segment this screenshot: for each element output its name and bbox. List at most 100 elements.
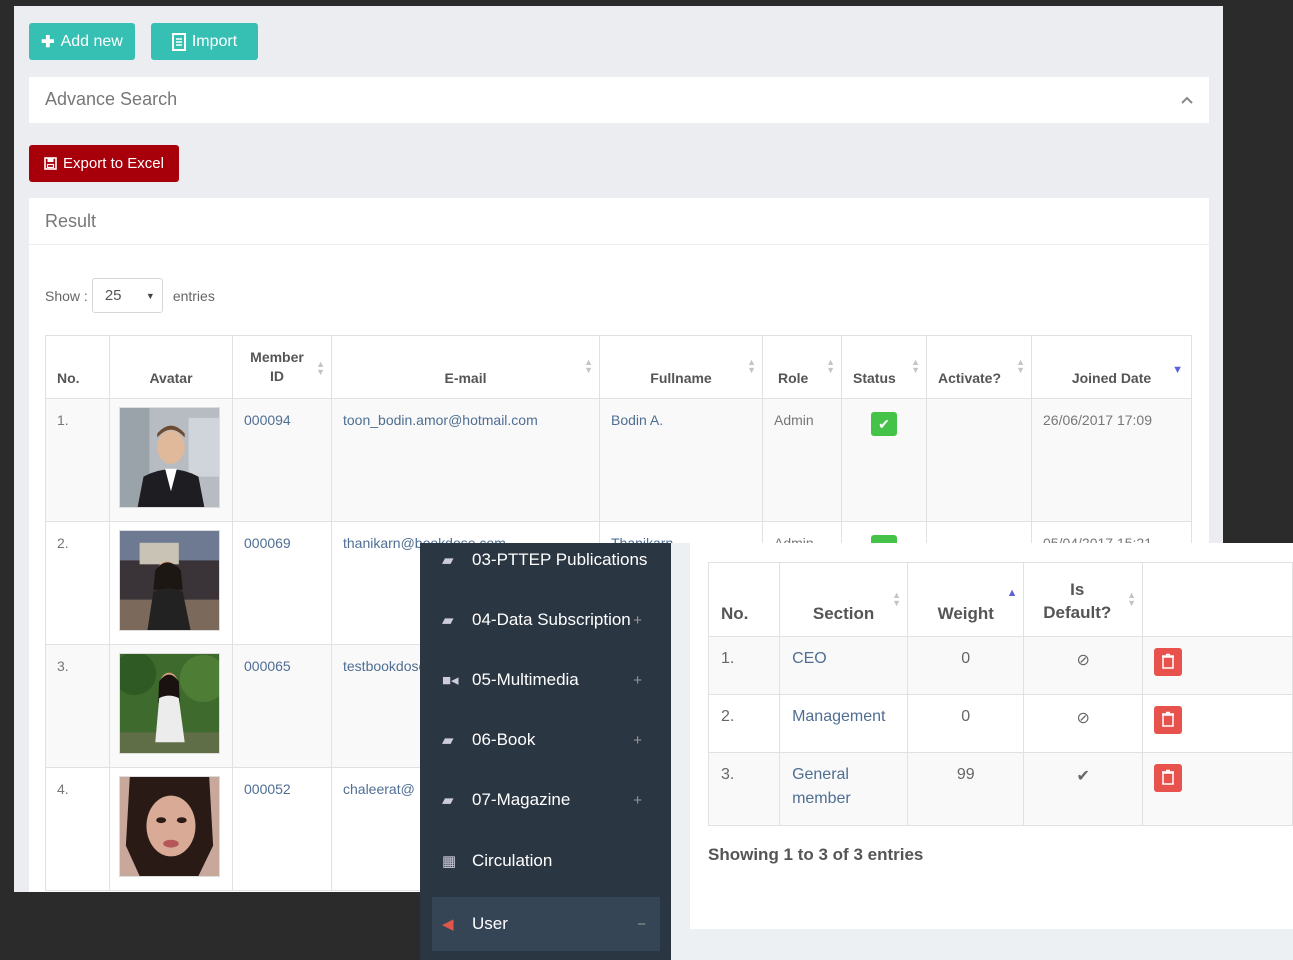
- trash-icon: [1162, 711, 1175, 727]
- role-text: Admin: [762, 398, 842, 522]
- plus-icon: ✚: [41, 33, 55, 51]
- expand-icon[interactable]: +: [633, 672, 642, 689]
- col-label: Avatar: [149, 370, 193, 386]
- book-icon: ▰: [442, 732, 454, 749]
- sidebar-item-label: 03-PTTEP Publications: [472, 550, 648, 569]
- sort-icon: ▲ ▼: [892, 590, 902, 608]
- sidebar-item-label: 06-Book: [472, 730, 536, 749]
- trash-icon: [1162, 769, 1175, 785]
- default-cell: ✔: [1023, 752, 1144, 826]
- export-excel-button[interactable]: Export to Excel: [29, 145, 179, 182]
- col-section[interactable]: Section ▲ ▼: [779, 562, 909, 637]
- expand-icon[interactable]: +: [633, 792, 642, 809]
- chevron-up-icon[interactable]: [1181, 96, 1193, 104]
- sort-icon: ▲ ▼: [1127, 590, 1137, 608]
- col-label: Weight: [937, 604, 994, 623]
- advance-search-title: Advance Search: [45, 89, 178, 109]
- avatar-cell: [109, 644, 233, 768]
- col-email[interactable]: E-mail ▲ ▼: [331, 335, 600, 399]
- delete-button[interactable]: [1154, 764, 1183, 792]
- add-new-button[interactable]: ✚ Add new: [29, 23, 135, 60]
- col-role[interactable]: Role ▲ ▼: [762, 335, 842, 399]
- avatar[interactable]: [119, 530, 220, 631]
- avatar[interactable]: [119, 776, 220, 877]
- section-link[interactable]: General member: [779, 752, 909, 826]
- col-label: E-mail: [444, 370, 487, 386]
- weight-value: 99: [907, 752, 1025, 826]
- col-is-default[interactable]: Is Default? ▲ ▼: [1023, 562, 1144, 637]
- sort-icon: ▲ ▼: [911, 357, 920, 375]
- delete-button[interactable]: [1154, 706, 1183, 734]
- sidebar-item-data-subscription[interactable]: ▰ 04-Data Subscription +: [442, 593, 656, 647]
- col-label: Fullname: [650, 370, 712, 386]
- sidebar-item-pttep-publications[interactable]: ▰ 03-PTTEP Publications: [442, 543, 656, 587]
- col-status[interactable]: Status ▲ ▼: [841, 335, 927, 399]
- sidebar-item-label: User: [472, 914, 508, 933]
- expand-icon[interactable]: +: [633, 612, 642, 629]
- sort-icon: ▲ ▼: [584, 357, 593, 375]
- sort-icon: ▲ ▼: [1016, 357, 1025, 375]
- ban-icon: ⊘: [1076, 652, 1090, 669]
- fullname-link[interactable]: Bodin A.: [599, 398, 763, 522]
- divider: [29, 244, 1209, 245]
- sidebar-item-book[interactable]: ▰ 06-Book +: [442, 713, 656, 767]
- member-id-link[interactable]: 000094: [232, 398, 332, 522]
- entries-label: entries: [172, 287, 215, 304]
- col-weight[interactable]: Weight ▲: [907, 562, 1025, 637]
- import-button[interactable]: Import: [151, 23, 258, 60]
- section-link[interactable]: CEO: [779, 636, 909, 695]
- section-link[interactable]: Management: [779, 694, 909, 753]
- col-label: Section: [812, 604, 875, 623]
- email-link[interactable]: toon_bodin.amor@hotmail.com: [331, 398, 600, 522]
- advance-search-panel[interactable]: Advance Search: [29, 77, 1209, 123]
- col-member-id[interactable]: Member ID ▲ ▼: [232, 335, 332, 399]
- row-no: 2.: [707, 694, 781, 753]
- sidebar-item-magazine[interactable]: ▰ 07-Magazine +: [442, 773, 656, 827]
- avatar[interactable]: [119, 407, 220, 508]
- calendar-icon: ▦: [442, 853, 457, 870]
- page-size-control: Show : 25 ▼ entries: [45, 278, 215, 313]
- actions-cell: [1142, 752, 1293, 826]
- book-icon: ▰: [442, 612, 454, 629]
- sidebar-item-circulation[interactable]: ▦ Circulation: [442, 834, 656, 888]
- avatar-cell: [109, 521, 233, 645]
- expand-icon[interactable]: +: [633, 732, 642, 749]
- sections-table: No. Section ▲ ▼ Weight ▲ Is Default? ▲ ▼ 1. C…: [707, 562, 1293, 826]
- avatar-cell: [109, 398, 233, 522]
- sort-asc-icon: ▲: [1006, 587, 1018, 599]
- joined-date: 26/06/2017 17:09: [1031, 398, 1192, 522]
- page-size-value: 25: [104, 287, 122, 304]
- sort-icon: ▲ ▼: [747, 357, 756, 375]
- sidebar-item-multimedia[interactable]: ■◂ 05-Multimedia +: [442, 653, 656, 707]
- show-label: Show :: [45, 287, 88, 304]
- activate-cell: [926, 398, 1032, 522]
- col-fullname[interactable]: Fullname ▲ ▼: [599, 335, 763, 399]
- status-check-icon[interactable]: ✔: [871, 412, 897, 436]
- sidebar: ▰ 03-PTTEP Publications ▰ 04-Data Subscr…: [420, 543, 671, 960]
- delete-button[interactable]: [1154, 648, 1183, 676]
- col-label: No.: [721, 604, 749, 623]
- pagination-info: Showing 1 to 3 of 3 entries: [708, 845, 924, 864]
- collapse-icon[interactable]: −: [637, 916, 646, 933]
- col-no[interactable]: No.: [45, 335, 110, 399]
- col-avatar[interactable]: Avatar: [109, 335, 233, 399]
- row-no: 1.: [707, 636, 781, 695]
- col-activate[interactable]: Activate? ▲ ▼: [926, 335, 1032, 399]
- table-row: 2. Management 0 ⊘: [707, 694, 1293, 753]
- member-id-link[interactable]: 000069: [232, 521, 332, 645]
- col-label: Status: [853, 370, 896, 386]
- col-joined-date[interactable]: Joined Date ▼: [1031, 335, 1192, 399]
- sidebar-item-label: 07-Magazine: [472, 790, 571, 809]
- member-id-link[interactable]: 000065: [232, 644, 332, 768]
- row-no: 3.: [707, 752, 781, 826]
- avatar[interactable]: [113, 652, 227, 754]
- page-size-select[interactable]: 25 ▼: [91, 278, 163, 313]
- export-label: Export to Excel: [63, 155, 164, 172]
- sidebar-item-user[interactable]: ◀ User −: [432, 897, 660, 951]
- col-label: Joined Date: [1071, 370, 1152, 386]
- col-no[interactable]: No.: [707, 562, 781, 637]
- col-label: Role: [778, 370, 809, 386]
- book-icon: ▰: [442, 792, 454, 809]
- add-new-label: Add new: [60, 32, 123, 50]
- member-id-link[interactable]: 000052: [232, 767, 332, 891]
